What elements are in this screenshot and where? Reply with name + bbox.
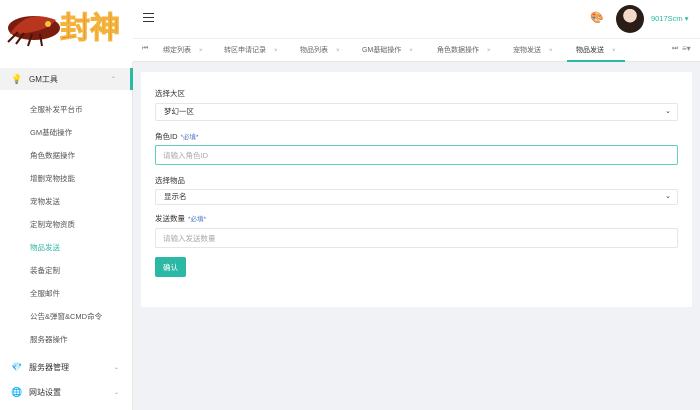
sidebar-item[interactable]: 公告&弹窗&CMD命令	[30, 311, 102, 322]
logo[interactable]: 封神	[0, 0, 133, 62]
logo-text: 封神	[60, 11, 120, 46]
diamond-icon: 💎	[11, 361, 23, 372]
sidebar-item[interactable]: GM基础操作	[30, 127, 72, 138]
tab-role-data[interactable]: 角色数据操作 ×	[437, 39, 491, 62]
user-menu[interactable]: 9017Scm ▾	[651, 14, 689, 23]
tab-label: 转区申请记录	[224, 47, 266, 54]
chevron-down-icon: ⌄	[113, 364, 119, 371]
qty-label: 发送数量 *必填*	[155, 213, 206, 224]
chevron-up-icon: ⌃	[110, 76, 116, 83]
confirm-button[interactable]: 确认	[155, 257, 186, 277]
menu-group-label: 服务器管理	[29, 362, 69, 372]
sidebar-item[interactable]: 全服补发平台币	[30, 104, 83, 115]
tab-bar: ⏮ 绑定列表 × 转区申请记录 × 物品列表 × GM基础操作 × 角色数据操作 × 宠物…	[133, 38, 700, 62]
required-hint: *必填*	[180, 134, 199, 141]
role-id-label: 角色ID *必填*	[155, 131, 199, 142]
close-icon[interactable]: ×	[549, 48, 553, 54]
menu-group-server[interactable]: 💎 服务器管理 ⌄	[0, 356, 133, 378]
close-icon[interactable]: ×	[336, 48, 340, 54]
qty-input[interactable]	[155, 228, 678, 248]
role-id-label-text: 角色ID	[155, 132, 178, 141]
tab-label: GM基础操作	[362, 47, 402, 54]
tab-scroll-left-icon[interactable]: ⏮	[142, 45, 148, 53]
sidebar-item[interactable]: 装备定制	[30, 265, 60, 276]
tab-label: 宠物发送	[513, 47, 541, 54]
item-select-value: 显示名	[164, 192, 187, 201]
role-id-input[interactable]	[155, 145, 678, 165]
menu-group-site[interactable]: 🌐 网站设置 ⌄	[0, 381, 133, 403]
sidebar-item[interactable]: 宠物发送	[30, 196, 60, 207]
tab-bind-list[interactable]: 绑定列表 ×	[163, 39, 203, 62]
globe-icon: 🌐	[11, 386, 23, 397]
top-header: 🎨 9017Scm ▾	[133, 0, 700, 38]
sidebar-item[interactable]: 全服邮件	[30, 288, 60, 299]
sidebar-item-active[interactable]: 物品发送	[30, 242, 60, 253]
bulb-icon: 💡	[11, 73, 23, 84]
tab-pet-send[interactable]: 宠物发送 ×	[513, 39, 553, 62]
close-icon[interactable]: ×	[487, 48, 491, 54]
zone-select-value: 梦幻一区	[164, 107, 194, 116]
avatar[interactable]	[616, 5, 644, 33]
tab-label: 物品列表	[300, 47, 328, 54]
item-label: 选择物品	[155, 176, 185, 185]
chevron-down-icon: ⌄	[113, 389, 119, 396]
chevron-down-icon: ⌄	[665, 108, 671, 115]
tab-label: 绑定列表	[163, 47, 191, 54]
close-icon[interactable]: ×	[409, 48, 413, 54]
sidebar-item[interactable]: 角色数据操作	[30, 150, 75, 161]
menu-group-gm-tools[interactable]: 💡 GM工具 ⌃	[0, 68, 133, 90]
tab-item-list[interactable]: 物品列表 ×	[300, 39, 340, 62]
sidebar-item[interactable]: 服务器操作	[30, 334, 68, 345]
tab-label: 物品发送	[576, 47, 604, 54]
qty-label-text: 发送数量	[155, 214, 185, 223]
close-icon[interactable]: ×	[199, 48, 203, 54]
item-select[interactable]: 显示名 ⌄	[155, 189, 678, 205]
close-icon[interactable]: ×	[612, 48, 616, 54]
sidebar-item[interactable]: 定制宠物资质	[30, 219, 75, 230]
tab-label: 角色数据操作	[437, 47, 479, 54]
menu-group-label: 网站设置	[29, 387, 61, 397]
item-send-form: 选择大区 梦幻一区 ⌄ 角色ID*必填* 选择物品 显示名 ⌄ 发送数量*必填*…	[141, 72, 692, 307]
menu-toggle-icon[interactable]	[143, 13, 154, 25]
tab-menu-icon[interactable]: ≡▾	[682, 44, 691, 53]
tab-item-send[interactable]: 物品发送 ×	[567, 39, 625, 62]
required-hint: *必填*	[188, 216, 207, 223]
zone-label: 选择大区	[155, 89, 185, 98]
tab-scroll-right-icon[interactable]: ⏭	[672, 45, 678, 53]
close-icon[interactable]: ×	[274, 48, 278, 54]
logo-image: 封神	[7, 11, 121, 47]
menu-group-label: GM工具	[29, 74, 58, 84]
chevron-down-icon: ⌄	[665, 193, 671, 200]
zone-select[interactable]: 梦幻一区 ⌄	[155, 103, 678, 121]
palette-icon[interactable]: 🎨	[590, 11, 604, 24]
sidebar: 封神 💡 GM工具 ⌃ 全服补发平台币 GM基础操作 角色数据操作 增删宠物技能…	[0, 0, 133, 410]
tab-gm-basic[interactable]: GM基础操作 ×	[362, 39, 413, 62]
tab-transfer-records[interactable]: 转区申请记录 ×	[224, 39, 278, 62]
sidebar-item[interactable]: 增删宠物技能	[30, 173, 75, 184]
